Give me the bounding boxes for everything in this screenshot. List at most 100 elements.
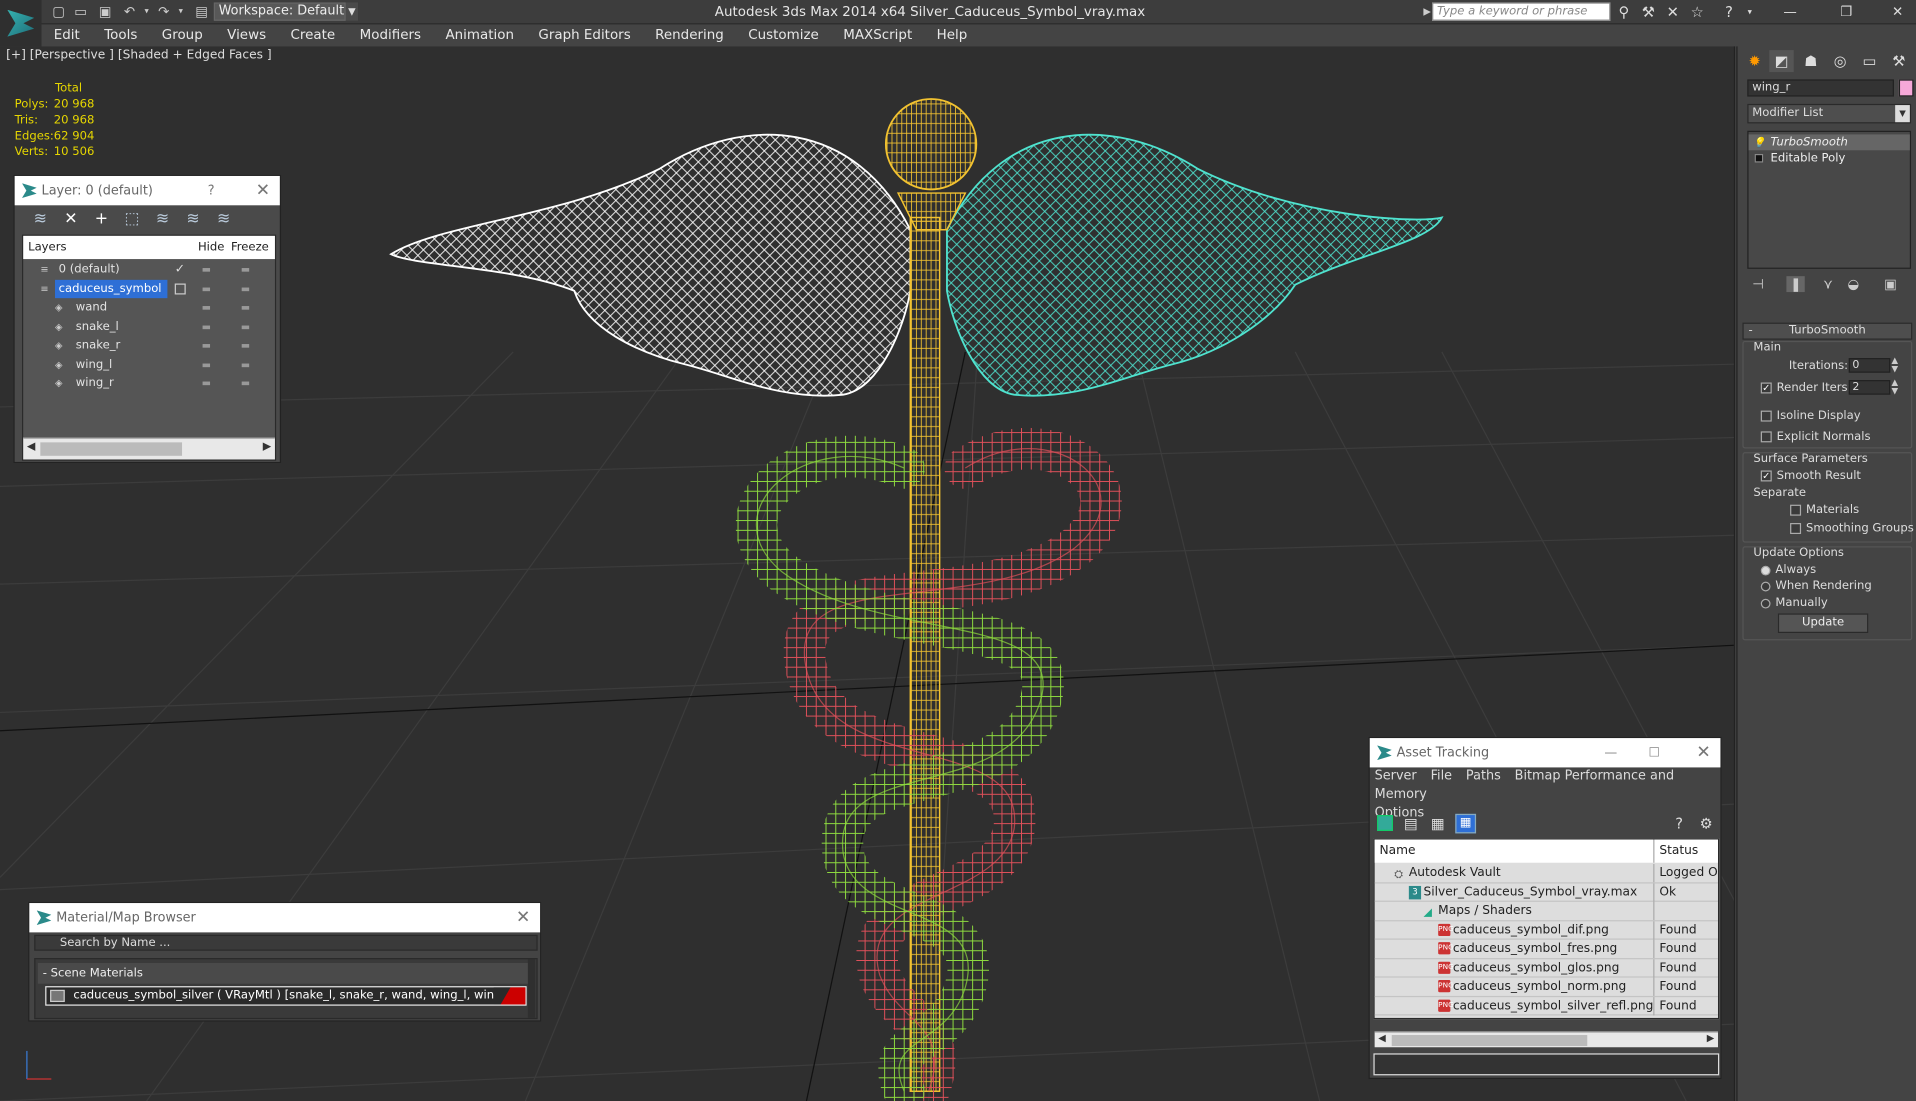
freeze-toggle[interactable]: ▬ — [241, 374, 250, 392]
expand-icon[interactable] — [1754, 153, 1764, 163]
hide-toggle[interactable]: ▬ — [202, 374, 211, 392]
asset-row[interactable]: PNG caduceus_symbol_norm.png Found — [1374, 977, 1718, 997]
binoculars-icon[interactable]: ⚲ — [1614, 2, 1634, 22]
save-icon[interactable]: ▣ — [95, 2, 115, 20]
render-iters-spinner[interactable]: 2 — [1848, 380, 1891, 395]
select-layer-icon[interactable]: ≋ — [152, 209, 174, 231]
menu-group[interactable]: Group — [150, 24, 215, 46]
render-iters-checkbox[interactable]: ✓ — [1760, 382, 1772, 394]
always-radio[interactable] — [1760, 565, 1771, 575]
layer-name[interactable]: caduceus_symbol — [54, 279, 168, 298]
menu-graph-editors[interactable]: Graph Editors — [526, 24, 643, 46]
layer-tree[interactable]: Layers Hide Freeze ≡ 0 (default) ✓ ▬ ▬ ≡ caduc… — [21, 234, 277, 461]
menu-views[interactable]: Views — [215, 24, 278, 46]
smooth-result-checkbox[interactable]: ✓ — [1760, 470, 1772, 482]
create-tab-icon[interactable]: ✹ — [1742, 50, 1766, 72]
layer-panel-titlebar[interactable]: Layer: 0 (default) ? ✕ — [14, 175, 280, 206]
hide-toggle[interactable]: ▬ — [202, 336, 211, 354]
material-list[interactable]: - Scene Materials caduceus_symbol_silver… — [34, 958, 538, 1020]
scroll-left-icon[interactable]: ◀ — [1378, 1033, 1386, 1044]
spinner-arrows-icon[interactable]: ▲ ▼ — [1892, 378, 1899, 396]
active-layer-check-icon[interactable]: ✓ — [175, 260, 185, 278]
layer-name[interactable]: snake_l — [72, 317, 122, 335]
remove-modifier-icon[interactable]: ◒ — [1848, 276, 1860, 292]
layer-name[interactable]: wand — [72, 298, 111, 316]
hide-toggle[interactable]: ▬ — [202, 355, 211, 373]
freeze-toggle[interactable]: ▬ — [241, 336, 250, 354]
asset-row[interactable]: PNG caduceus_symbol_fres.png Found — [1374, 939, 1718, 959]
search-input[interactable]: Type a keyword or phrase — [1432, 2, 1611, 21]
smoothing-groups-checkbox[interactable] — [1790, 523, 1802, 535]
stack-item-turbosmooth[interactable]: 💡 TurboSmooth — [1748, 134, 1910, 151]
hide-all-layers-icon[interactable]: ≋ — [182, 209, 204, 231]
hierarchy-tab-icon[interactable]: ☗ — [1799, 50, 1823, 72]
communication-center-icon[interactable]: ✕ — [1663, 2, 1683, 22]
modify-tab-icon[interactable]: ◩ — [1769, 50, 1794, 73]
display-tab-icon[interactable]: ▭ — [1857, 50, 1881, 72]
scroll-right-icon[interactable]: ▶ — [263, 441, 271, 453]
refresh-icon[interactable] — [1377, 815, 1393, 831]
layer-row[interactable]: ◈ wing_r ▬ ▬ — [23, 374, 275, 393]
layer-name[interactable]: snake_r — [72, 336, 124, 354]
layer-row[interactable]: ◈ wing_l ▬ ▬ — [23, 355, 275, 374]
minimize-icon[interactable]: — — [1604, 738, 1617, 767]
column-status[interactable]: Status — [1653, 839, 1698, 863]
update-button[interactable]: Update — [1777, 613, 1869, 633]
close-icon[interactable]: ✕ — [516, 903, 530, 932]
active-layer-box[interactable] — [174, 282, 186, 294]
asset-table[interactable]: Name Status ⛭Autodesk VaultLogged Ou3Sil… — [1373, 838, 1720, 1048]
material-vscrollbar[interactable] — [527, 959, 536, 1018]
list-view-icon[interactable]: ▤ — [1404, 815, 1418, 832]
layers-icon[interactable]: ≋ — [29, 209, 51, 231]
tree-view-icon[interactable]: ▦ — [1431, 815, 1445, 832]
layer-name[interactable]: wing_l — [72, 355, 116, 373]
update-always-row[interactable]: Always — [1760, 563, 1816, 577]
options-icon[interactable]: ⚙ — [1700, 815, 1713, 832]
select-in-layer-icon[interactable]: ⬚ — [121, 209, 143, 231]
explicit-normals-row[interactable]: Explicit Normals — [1760, 430, 1871, 444]
asset-row[interactable]: PNG caduceus_symbol_dif.png Found — [1374, 920, 1718, 940]
render-iters-row[interactable]: ✓ Render Iters: — [1760, 381, 1852, 395]
column-name[interactable]: Name — [1380, 840, 1416, 863]
wing-right[interactable] — [946, 133, 1444, 397]
asset-menu-server[interactable]: Server — [1375, 769, 1417, 784]
material-item[interactable]: caduceus_symbol_silver ( VRayMtl ) [snak… — [45, 986, 527, 1006]
wand-orb[interactable] — [884, 98, 978, 191]
scroll-thumb[interactable] — [40, 442, 183, 456]
layer-row[interactable]: ◈ wand ▬ ▬ — [23, 298, 275, 317]
modifier-stack[interactable]: 💡 TurboSmooth Editable Poly — [1747, 130, 1912, 269]
add-layer-icon[interactable]: + — [90, 209, 112, 231]
materials-checkbox[interactable] — [1790, 504, 1802, 516]
configure-sets-icon[interactable]: ▣ — [1884, 276, 1897, 292]
freeze-all-layers-icon[interactable]: ≋ — [213, 209, 235, 231]
update-manually-row[interactable]: Manually — [1760, 596, 1828, 610]
rollout-turbosmooth[interactable]: - TurboSmooth — [1742, 322, 1913, 340]
pin-stack-icon[interactable]: ⊣ — [1752, 276, 1764, 292]
layer-name[interactable]: wing_r — [72, 374, 117, 392]
utilities-tab-icon[interactable]: ⚒ — [1887, 50, 1911, 72]
object-color-swatch[interactable] — [1898, 79, 1914, 97]
isoline-checkbox[interactable] — [1760, 410, 1772, 422]
hide-toggle[interactable]: ▬ — [202, 260, 211, 278]
column-layers[interactable]: Layers — [28, 236, 66, 259]
show-end-result-icon[interactable]: ❚ — [1786, 276, 1806, 293]
new-file-icon[interactable]: ▢ — [49, 2, 69, 20]
collapse-icon[interactable]: - — [1749, 324, 1753, 339]
scroll-right-icon[interactable]: ▶ — [1707, 1033, 1715, 1044]
motion-tab-icon[interactable]: ◎ — [1828, 50, 1852, 72]
layer-row[interactable]: ≡ 0 (default) ✓ ▬ ▬ — [23, 260, 275, 279]
modifier-list-dropdown[interactable]: Modifier List ▼ — [1747, 103, 1912, 124]
close-icon[interactable]: ✕ — [1696, 738, 1710, 767]
smoothing-groups-row[interactable]: Smoothing Groups — [1790, 522, 1914, 535]
asset-menu-file[interactable]: File — [1431, 769, 1452, 784]
table-view-icon[interactable]: ▦ — [1455, 813, 1477, 834]
maximize-icon[interactable]: ☐ — [1648, 738, 1660, 767]
manually-radio[interactable] — [1760, 598, 1771, 608]
help-icon[interactable]: ? — [1675, 815, 1683, 832]
app-logo[interactable] — [0, 0, 42, 47]
freeze-toggle[interactable]: ▬ — [241, 279, 250, 297]
viewport-label[interactable]: [+] [Perspective ] [Shaded + Edged Faces… — [6, 49, 272, 62]
asset-path-field[interactable] — [1373, 1053, 1720, 1076]
iterations-spinner[interactable]: 0 — [1848, 358, 1891, 373]
update-rendering-row[interactable]: When Rendering — [1760, 579, 1872, 593]
